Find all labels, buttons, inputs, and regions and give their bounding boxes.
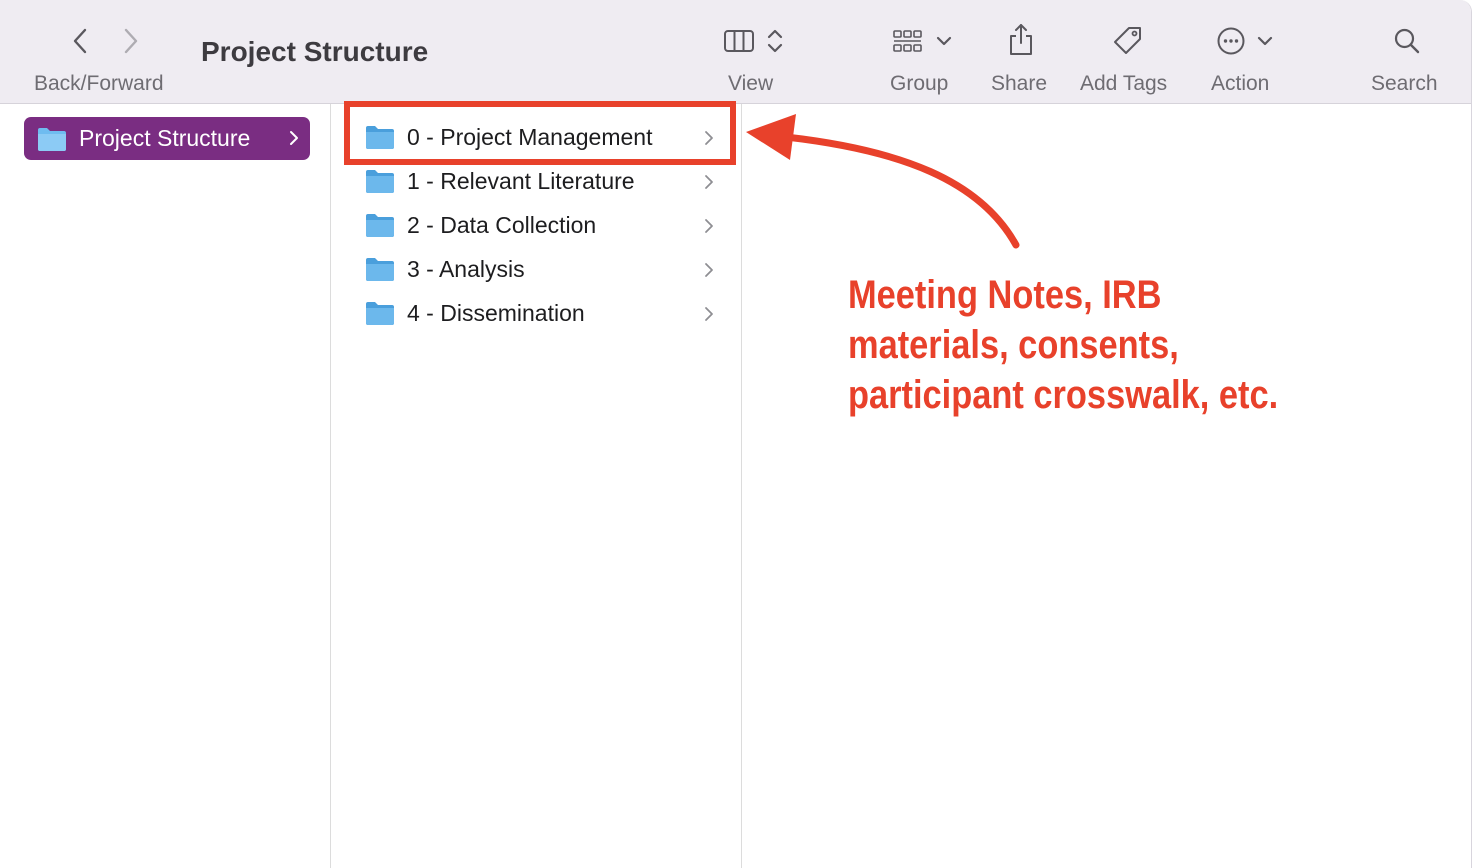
folder-icon (366, 258, 394, 281)
toolbar: Back/Forward Project Structure View Grou… (0, 0, 1471, 104)
annotation-line: participant crosswalk, etc. (848, 373, 1279, 417)
column-view-icon (724, 30, 754, 52)
folder-label: 3 - Analysis (407, 255, 525, 282)
forward-button[interactable] (117, 24, 145, 58)
search-icon (1394, 28, 1420, 54)
add-tags-button[interactable] (1112, 24, 1144, 58)
chevron-right-icon (705, 263, 713, 277)
chevron-right-icon (124, 28, 138, 54)
folder-row[interactable]: 4 - Dissemination (365, 295, 715, 331)
ellipsis-circle-icon (1217, 27, 1245, 55)
group-grid-icon (893, 30, 922, 52)
back-forward-label: Back/Forward (34, 72, 164, 95)
search-button[interactable] (1393, 24, 1421, 58)
tag-icon (1114, 27, 1141, 54)
folder-label: 1 - Relevant Literature (407, 167, 635, 194)
folder-icon (366, 214, 394, 237)
annotation-text: Meeting Notes, IRB materials, consents, … (848, 270, 1278, 420)
search-label: Search (1371, 72, 1438, 95)
annotation-line: Meeting Notes, IRB (848, 273, 1162, 317)
group-label: Group (890, 72, 949, 95)
view-button[interactable] (723, 24, 785, 58)
action-button[interactable] (1216, 24, 1274, 58)
share-label: Share (991, 72, 1048, 95)
back-button[interactable] (66, 24, 94, 58)
browser-column-2: 0 - Project Management 1 - Relevant Lite… (331, 104, 742, 868)
annotation-line: materials, consents, (848, 323, 1179, 367)
folder-icon (38, 127, 66, 151)
chevron-right-icon (705, 175, 713, 189)
chevron-left-icon (73, 28, 87, 54)
up-down-chevron-icon (767, 29, 783, 53)
window-title: Project Structure (201, 36, 429, 67)
highlight-box (344, 101, 736, 165)
folder-row[interactable]: 1 - Relevant Literature (365, 163, 715, 199)
browser-column-1: Project Structure (0, 104, 331, 868)
view-label: View (728, 72, 774, 95)
group-button[interactable] (893, 24, 953, 58)
action-label: Action (1211, 72, 1270, 95)
folder-row[interactable]: 3 - Analysis (365, 251, 715, 287)
sidebar-item-label: Project Structure (79, 125, 251, 151)
folder-row[interactable]: 2 - Data Collection (365, 207, 715, 243)
chevron-right-icon (705, 219, 713, 233)
folder-label: 2 - Data Collection (407, 211, 597, 238)
add-tags-label: Add Tags (1080, 72, 1168, 95)
folder-icon (366, 302, 394, 325)
share-button[interactable] (1008, 22, 1034, 56)
chevron-down-icon (1257, 36, 1273, 46)
annotation-arrow-icon (746, 114, 1020, 249)
chevron-down-icon (936, 36, 952, 46)
share-icon (1010, 24, 1032, 55)
chevron-right-icon (705, 307, 713, 321)
chevron-right-icon (290, 131, 298, 145)
sidebar-item-project-structure[interactable]: Project Structure (24, 117, 310, 160)
folder-label: 4 - Dissemination (407, 299, 585, 326)
finder-window: Back/Forward Project Structure View Grou… (0, 0, 1472, 868)
folder-icon (366, 170, 394, 193)
